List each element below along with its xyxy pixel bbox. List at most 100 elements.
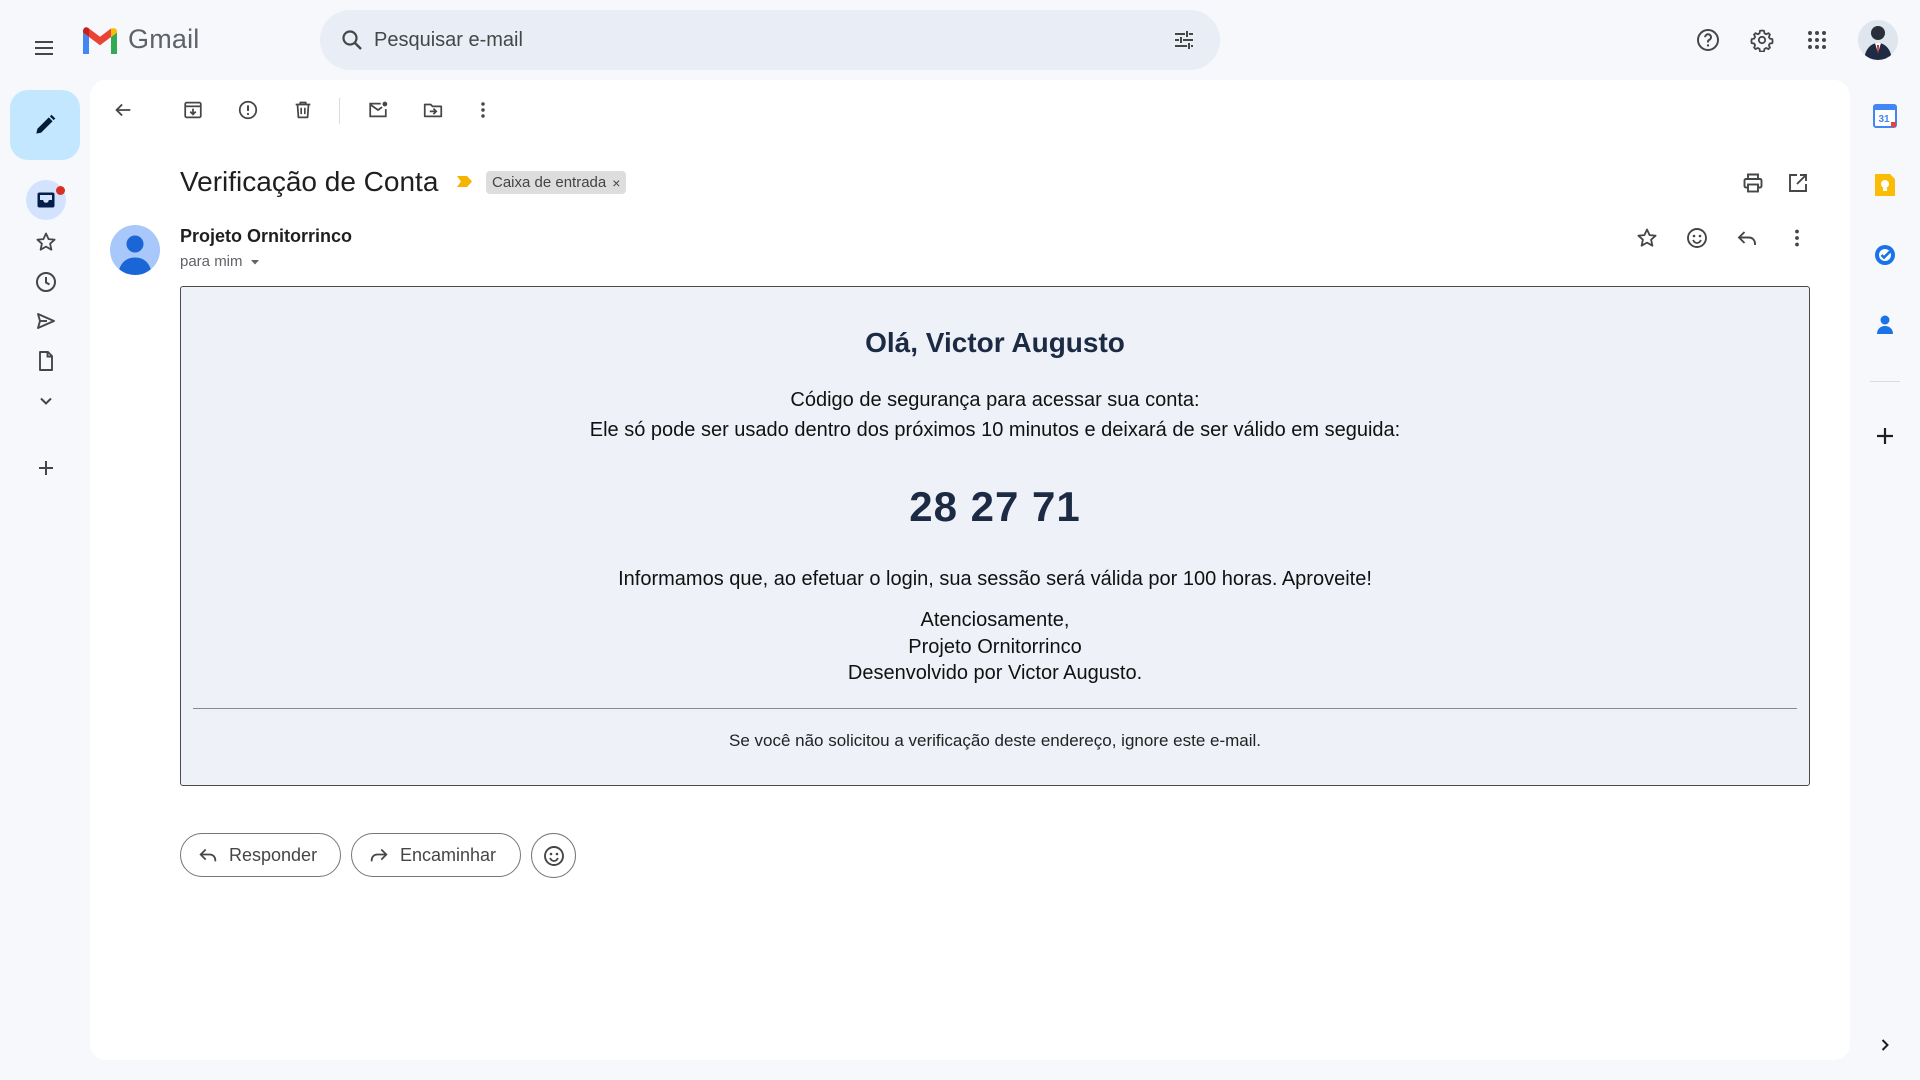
keep-icon — [1875, 174, 1895, 196]
keep-addon[interactable] — [1865, 165, 1905, 205]
divider — [193, 708, 1797, 709]
nav-sent[interactable] — [26, 301, 66, 341]
compose-button[interactable] — [10, 90, 80, 160]
help-button[interactable] — [1688, 20, 1728, 60]
pencil-icon — [36, 114, 56, 134]
help-icon — [1697, 29, 1719, 51]
archive-icon — [184, 101, 202, 119]
emoji-icon — [543, 845, 564, 866]
contacts-icon — [1877, 315, 1893, 334]
security-code: 28 27 71 — [909, 483, 1081, 530]
more-vert-icon — [1795, 229, 1799, 247]
open-in-new-icon — [1789, 174, 1807, 192]
google-apps-button[interactable] — [1797, 20, 1837, 60]
tune-icon — [1175, 31, 1193, 49]
reply-action-button[interactable]: Responder — [180, 833, 341, 877]
contacts-addon[interactable] — [1865, 305, 1905, 345]
clock-icon — [36, 272, 56, 292]
reply-icon — [199, 848, 217, 862]
tasks-addon[interactable] — [1865, 235, 1905, 275]
person-icon — [118, 235, 152, 275]
more-options-button[interactable] — [463, 90, 503, 130]
emoji-icon — [1687, 228, 1707, 248]
tasks-icon — [1875, 245, 1895, 265]
account-avatar[interactable] — [1858, 20, 1898, 60]
signature-name: Projeto Ornitorrinco — [908, 636, 1082, 658]
search-button[interactable] — [332, 20, 372, 60]
sender-name[interactable]: Projeto Ornitorrinco — [180, 226, 352, 247]
main-menu-button[interactable] — [24, 28, 64, 68]
star-icon — [1637, 228, 1657, 247]
account-photo — [1858, 20, 1898, 60]
nav-snoozed[interactable] — [26, 262, 66, 302]
reply-button[interactable] — [1727, 218, 1767, 258]
plus-icon — [1877, 428, 1893, 444]
toolbar-divider — [339, 98, 340, 124]
search-icon — [342, 30, 362, 50]
important-marker-icon — [457, 176, 472, 187]
star-button[interactable] — [1627, 218, 1667, 258]
chevron-right-icon — [1881, 1039, 1889, 1051]
app-name: Gmail — [128, 24, 200, 54]
search-input[interactable] — [374, 10, 1154, 70]
star-icon — [36, 232, 56, 251]
footnote: Se você não solicitou a verificação dest… — [728, 731, 1262, 750]
print-icon — [1743, 173, 1763, 193]
archive-button[interactable] — [173, 90, 213, 130]
settings-button[interactable] — [1742, 20, 1782, 60]
print-button[interactable] — [1733, 163, 1773, 203]
nav-more[interactable] — [26, 381, 66, 421]
send-icon — [37, 313, 55, 329]
calendar-icon: 31 — [1873, 104, 1897, 128]
remove-label-button[interactable]: × — [612, 175, 620, 191]
calendar-addon[interactable]: 31 — [1865, 96, 1905, 136]
sender-avatar[interactable] — [110, 225, 160, 275]
reply-label: Responder — [229, 844, 318, 865]
message-more-button[interactable] — [1777, 218, 1817, 258]
inbox-icon — [37, 192, 55, 208]
nav-starred[interactable] — [26, 222, 66, 262]
emoji-reaction-button[interactable] — [531, 833, 576, 878]
back-button[interactable] — [103, 90, 143, 130]
draft-icon — [39, 351, 53, 371]
search-options-button[interactable] — [1164, 20, 1204, 60]
show-side-panel-button[interactable] — [1865, 1025, 1905, 1065]
search-bar — [320, 10, 1220, 70]
email-subject: Verificação de Conta — [180, 166, 439, 197]
trash-icon — [295, 101, 311, 119]
open-new-window-button[interactable] — [1778, 163, 1818, 203]
report-spam-button[interactable] — [228, 90, 268, 130]
mark-unread-button[interactable] — [358, 90, 398, 130]
more-vert-icon — [481, 102, 485, 118]
important-marker[interactable] — [456, 175, 473, 188]
label-chip-inbox: Caixa de entrada × — [486, 171, 627, 194]
get-addons-button[interactable] — [1865, 416, 1905, 456]
signature-developer: Desenvolvido por Victor Augusto. — [847, 662, 1143, 684]
session-notice: Informamos que, ao efetuar o login, sua … — [618, 568, 1372, 590]
gmail-logo[interactable]: Gmail — [80, 24, 200, 55]
nav-new-label[interactable] — [26, 448, 66, 488]
sign-off: Atenciosamente, — [920, 609, 1070, 631]
add-reaction-button[interactable] — [1677, 218, 1717, 258]
back-arrow-icon — [115, 103, 131, 117]
nav-drafts[interactable] — [26, 341, 66, 381]
apps-grid-icon — [1808, 31, 1826, 49]
delete-button[interactable] — [283, 90, 323, 130]
forward-action-button[interactable]: Encaminhar — [351, 833, 521, 877]
chevron-down-icon — [40, 397, 52, 405]
caret-down-icon — [250, 259, 259, 264]
gear-icon — [1750, 29, 1774, 52]
greeting: Olá, Victor Augusto — [865, 327, 1125, 358]
forward-icon — [370, 848, 388, 862]
move-to-button[interactable] — [413, 90, 453, 130]
move-to-icon — [423, 103, 443, 118]
plus-icon — [39, 461, 53, 475]
label-chip-text: Caixa de entrada — [492, 174, 607, 191]
recipient-details[interactable]: para mim — [180, 253, 261, 270]
code-intro: Código de segurança para acessar sua con… — [790, 389, 1200, 411]
calendar-day: 31 — [1878, 114, 1890, 125]
report-spam-icon — [238, 100, 258, 120]
menu-icon — [35, 41, 53, 55]
unread-dot — [56, 186, 65, 195]
forward-label: Encaminhar — [400, 844, 497, 865]
